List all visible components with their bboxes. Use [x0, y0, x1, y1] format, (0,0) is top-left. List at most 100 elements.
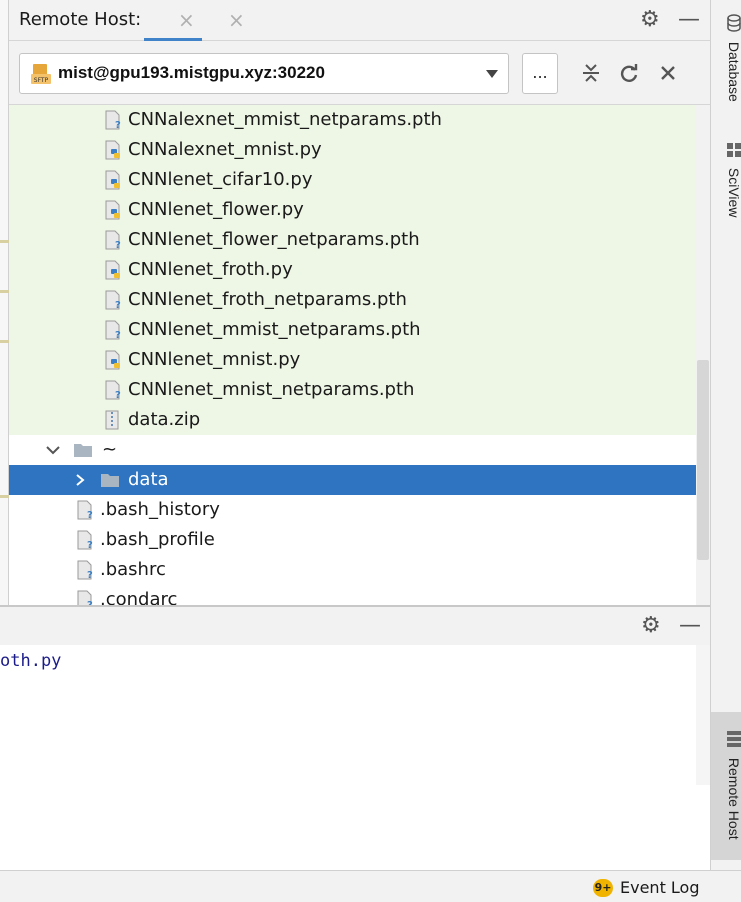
notification-badge[interactable]: 9+ [593, 879, 613, 897]
gear-icon[interactable]: ⚙ [641, 614, 661, 638]
tree-file-row[interactable]: ? CNNlenet_froth_netparams.pth [9, 285, 696, 315]
bottom-panel-header: ⚙ — [0, 607, 710, 645]
tree-file-label: CNNlenet_flower_netparams.pth [128, 229, 420, 250]
remote-host-side-tab[interactable]: Remote Host [711, 712, 741, 860]
event-log-link[interactable]: Event Log [620, 878, 700, 897]
tree-file-row[interactable]: CNNlenet_cifar10.py [9, 165, 696, 195]
unknown-file-icon: ? [77, 560, 93, 580]
edge-mark [0, 290, 9, 293]
tree-file-row[interactable]: ? .bash_history [9, 495, 696, 525]
bottom-editor-area[interactable]: oth.py [0, 645, 710, 870]
tree-file-row[interactable]: ? .condarc [9, 585, 696, 605]
edge-mark [0, 340, 9, 343]
status-bar: 9+ Event Log [0, 870, 741, 902]
tree-file-label: data.zip [128, 409, 201, 430]
left-editor-edge [0, 0, 9, 605]
host-connection-label: mist@gpu193.mistgpu.xyz:30220 [58, 63, 325, 82]
tree-file-label: CNNalexnet_mnist.py [128, 139, 322, 160]
tree-folder-label: ~ [102, 439, 118, 460]
tool-window-header: Remote Host: × × ⚙ — [9, 0, 710, 41]
database-tab-label: Database [726, 41, 741, 102]
server-icon [727, 731, 741, 747]
tree-folder-row-data[interactable]: data [9, 465, 696, 495]
database-tab[interactable]: Database [711, 12, 741, 122]
tool-window-title: Remote Host: [19, 9, 142, 30]
python-file-icon [105, 170, 120, 190]
edge-mark [0, 495, 9, 498]
python-file-icon [105, 140, 120, 160]
host-toolbar: SFTP mist@gpu193.mistgpu.xyz:30220 ... [9, 41, 710, 105]
minimize-icon[interactable]: — [678, 8, 700, 32]
svg-text:?: ? [87, 510, 93, 520]
python-file-icon [105, 200, 120, 220]
tree-file-row[interactable]: CNNalexnet_mnist.py [9, 135, 696, 165]
tree-scrollbar-thumb[interactable] [697, 360, 709, 560]
unknown-file-icon: ? [105, 110, 121, 130]
unknown-file-icon: ? [77, 500, 93, 520]
tree-file-label: CNNlenet_mmist_netparams.pth [128, 319, 421, 340]
editor-scrollbar[interactable] [696, 645, 710, 785]
tree-file-label: .bashrc [100, 559, 166, 580]
minimize-icon[interactable]: — [679, 614, 701, 638]
sciview-icon [727, 143, 741, 157]
tree-file-label: CNNlenet_froth_netparams.pth [128, 289, 407, 310]
sftp-label: SFTP [34, 77, 49, 84]
tree-file-row[interactable]: ? .bashrc [9, 555, 696, 585]
unknown-file-icon: ? [105, 230, 121, 250]
tab-close-icon[interactable]: × [178, 8, 195, 32]
tree-file-row[interactable]: ? CNNlenet_mmist_netparams.pth [9, 315, 696, 345]
tree-file-row[interactable]: ? .bash_profile [9, 525, 696, 555]
tree-file-label: CNNlenet_mnist_netparams.pth [128, 379, 415, 400]
svg-text:?: ? [87, 540, 93, 550]
sciview-tab[interactable]: SciView [711, 140, 741, 235]
tree-file-row[interactable]: ? CNNlenet_mnist_netparams.pth [9, 375, 696, 405]
folder-icon [101, 474, 119, 487]
unknown-file-icon: ? [105, 320, 121, 340]
svg-text:?: ? [115, 300, 121, 310]
gear-icon[interactable]: ⚙ [640, 8, 660, 32]
browse-button[interactable]: ... [522, 53, 558, 94]
database-icon [727, 14, 741, 32]
unknown-file-icon: ? [105, 290, 121, 310]
sciview-tab-label: SciView [726, 167, 741, 218]
tree-file-row[interactable]: data.zip [9, 405, 696, 435]
svg-text:?: ? [115, 240, 121, 250]
folder-icon [74, 444, 92, 457]
refresh-icon[interactable] [618, 62, 640, 84]
svg-text:?: ? [87, 570, 93, 580]
code-line: oth.py [0, 651, 62, 671]
chevron-right-icon[interactable] [73, 473, 87, 487]
collapse-all-icon[interactable] [580, 62, 602, 84]
right-tool-window-bar: Database SciView Remote Host [710, 0, 741, 870]
svg-text:?: ? [115, 120, 121, 130]
host-dropdown[interactable]: SFTP mist@gpu193.mistgpu.xyz:30220 [19, 53, 509, 94]
tree-file-row[interactable]: ? CNNlenet_flower_netparams.pth [9, 225, 696, 255]
remote-file-tree[interactable]: ? CNNalexnet_mmist_netparams.pth CNNalex… [9, 105, 696, 605]
sftp-icon: SFTP [31, 64, 51, 84]
tree-file-row[interactable]: ? CNNalexnet_mmist_netparams.pth [9, 105, 696, 135]
tree-file-label: CNNlenet_froth.py [128, 259, 293, 280]
dropdown-arrow-icon[interactable] [486, 70, 498, 78]
tree-file-label: .condarc [100, 589, 178, 605]
svg-text:?: ? [115, 390, 121, 400]
tree-file-label: CNNlenet_cifar10.py [128, 169, 313, 190]
tree-file-label: CNNlenet_mnist.py [128, 349, 301, 370]
unknown-file-icon: ? [77, 590, 93, 605]
tree-file-label: CNNlenet_flower.py [128, 199, 304, 220]
tab-close-icon[interactable]: × [228, 8, 245, 32]
zip-file-icon [105, 410, 119, 430]
python-file-icon [105, 260, 120, 280]
close-icon[interactable] [658, 63, 678, 83]
tree-file-row[interactable]: CNNlenet_mnist.py [9, 345, 696, 375]
python-file-icon [105, 350, 120, 370]
unknown-file-icon: ? [77, 530, 93, 550]
tree-file-label: .bash_history [100, 499, 220, 520]
tree-folder-label: data [128, 469, 169, 490]
unknown-file-icon: ? [105, 380, 121, 400]
tree-file-row[interactable]: CNNlenet_flower.py [9, 195, 696, 225]
chevron-down-icon[interactable] [45, 443, 61, 457]
tree-file-row[interactable]: CNNlenet_froth.py [9, 255, 696, 285]
edge-mark [0, 240, 9, 243]
tree-folder-row-home[interactable]: ~ [9, 435, 696, 465]
remote-host-tab[interactable]: × [144, 0, 202, 41]
